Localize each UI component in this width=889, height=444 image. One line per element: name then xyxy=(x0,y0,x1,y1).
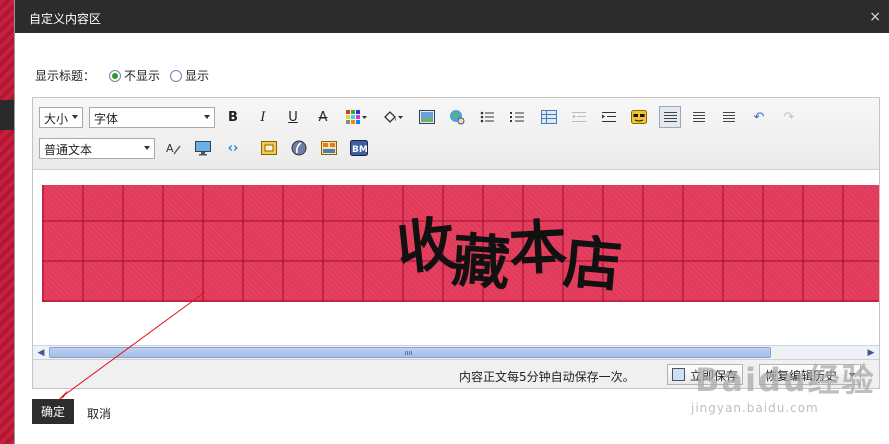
banner-text: 收藏本店 xyxy=(393,205,622,300)
dialog-title: 自定义内容区 xyxy=(29,12,102,26)
italic-icon[interactable]: I xyxy=(253,107,273,127)
media-icon[interactable] xyxy=(259,138,279,158)
scrollbar-thumb[interactable] xyxy=(49,347,771,358)
code-icon[interactable]: ‹› xyxy=(223,138,243,158)
editor-content-area[interactable]: 收藏本店 xyxy=(33,170,879,345)
radio-show-title[interactable] xyxy=(170,69,183,82)
banner-char: 本 xyxy=(507,212,567,284)
chevron-down-icon xyxy=(204,115,210,119)
bullet-list-icon[interactable] xyxy=(477,107,497,127)
show-title-option: 显示标题： 不显示 显示 xyxy=(35,67,209,84)
table-icon[interactable] xyxy=(539,107,559,127)
cancel-button[interactable]: 取消 xyxy=(87,405,111,422)
svg-text:BM: BM xyxy=(352,145,368,155)
background-dark-strip xyxy=(0,100,14,130)
watermark-url: jingyan.baidu.com xyxy=(691,401,819,415)
chevron-down-icon xyxy=(72,115,78,119)
layout-icon[interactable] xyxy=(319,138,339,158)
brush-icon[interactable]: A xyxy=(163,138,183,158)
radio-show-title-label[interactable]: 显示 xyxy=(185,67,209,84)
globe-link-icon[interactable] xyxy=(447,107,467,127)
outdent-icon[interactable] xyxy=(569,107,589,127)
flash-icon[interactable] xyxy=(289,138,309,158)
indent-icon[interactable] xyxy=(599,107,619,127)
custom-content-dialog: 自定义内容区 × 显示标题： 不显示 显示 大小 字体 B I U A ↶ ↷ … xyxy=(14,0,889,444)
svg-text:A: A xyxy=(166,142,174,155)
monitor-icon[interactable] xyxy=(193,138,213,158)
radio-hide-title-label[interactable]: 不显示 xyxy=(124,67,160,84)
chevron-down-icon xyxy=(144,146,150,150)
align-left-icon[interactable] xyxy=(659,106,681,128)
font-size-select[interactable]: 大小 xyxy=(39,107,83,128)
strikethrough-icon[interactable]: A xyxy=(313,107,333,127)
bold-icon[interactable]: B xyxy=(223,107,243,127)
align-right-icon[interactable] xyxy=(719,107,739,127)
autosave-message: 内容正文每5分钟自动保存一次。 xyxy=(459,370,635,384)
bm-icon[interactable]: BM xyxy=(349,138,369,158)
undo-icon[interactable]: ↶ xyxy=(749,107,769,127)
paragraph-format-select[interactable]: 普通文本 xyxy=(39,138,155,159)
banner-char: 收 xyxy=(393,209,457,283)
collect-store-banner: 收藏本店 xyxy=(42,185,879,302)
watermark: Baidu经验 jingyan.baidu.com xyxy=(675,325,885,435)
emoticon-icon[interactable] xyxy=(629,107,649,127)
redo-icon[interactable]: ↷ xyxy=(779,107,799,127)
background-pattern xyxy=(0,0,14,444)
banner-char: 藏 xyxy=(449,226,511,298)
close-icon[interactable]: × xyxy=(869,9,881,25)
numbered-list-icon[interactable] xyxy=(507,107,527,127)
font-family-select[interactable]: 字体 xyxy=(89,107,215,128)
align-center-icon[interactable] xyxy=(689,107,709,127)
dialog-titlebar: 自定义内容区 × xyxy=(15,0,889,33)
radio-hide-title[interactable] xyxy=(109,69,122,82)
confirm-button[interactable]: 确定 xyxy=(32,399,74,424)
watermark-logo: Baidu经验 xyxy=(695,361,876,399)
fill-color-icon[interactable] xyxy=(379,107,407,127)
show-title-label: 显示标题： xyxy=(35,69,96,83)
editor-toolbar: 大小 字体 B I U A ↶ ↷ 普通文本 A ‹› BM xyxy=(33,98,879,170)
color-grid-icon[interactable] xyxy=(343,107,371,127)
image-icon[interactable] xyxy=(417,107,437,127)
underline-icon[interactable]: U xyxy=(283,107,303,127)
scroll-left-icon[interactable]: ◀ xyxy=(34,346,48,359)
banner-char: 店 xyxy=(560,227,623,301)
